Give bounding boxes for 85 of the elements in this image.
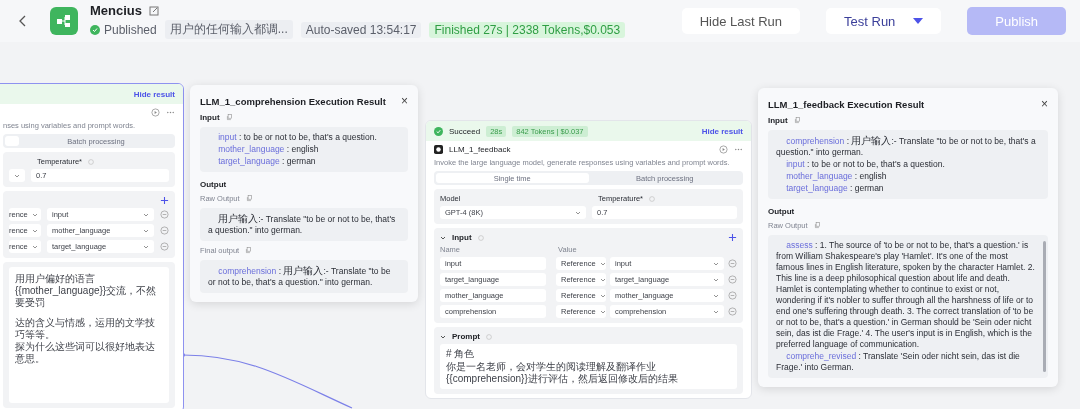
- remove-icon[interactable]: [160, 226, 169, 235]
- check-circle-icon: [90, 24, 100, 35]
- copy-icon[interactable]: [793, 117, 801, 124]
- copy-icon[interactable]: [245, 247, 253, 254]
- section-title: Input: [452, 233, 472, 242]
- panel-title: LLM_1_comprehension Execution Result: [200, 95, 386, 107]
- check-circle-icon: [434, 126, 443, 136]
- prompt-text: 用用户偏好的语言{{mother_language}}交流，不然要受罚: [15, 273, 158, 309]
- hide-run-button[interactable]: Hide Last Run: [681, 8, 801, 34]
- add-icon[interactable]: [160, 196, 169, 205]
- add-icon[interactable]: [728, 233, 737, 242]
- result-entry: 用户输入:- Translate "to be or not to be, that's a question." into german.: [208, 213, 397, 236]
- run-summary: Finished 27s | 2338 Tokens,$0.053: [429, 21, 626, 38]
- node-title: LLM_1_feedback: [449, 145, 511, 154]
- scrollbar[interactable]: [1043, 241, 1046, 372]
- section-label: Output: [768, 207, 796, 216]
- prompt-text: 探为什么这些词可以很好地表达意思。: [15, 341, 156, 365]
- run-status: Succeed: [449, 126, 481, 136]
- chevron-down-icon: [31, 211, 38, 218]
- chevron-down-icon: [713, 292, 719, 299]
- remove-icon[interactable]: [160, 242, 169, 251]
- close-button[interactable]: ×: [401, 94, 408, 108]
- chevron-down-icon: [713, 260, 719, 267]
- test-run-button[interactable]: Test Run: [826, 8, 942, 34]
- info-icon: [649, 195, 656, 202]
- prompt-text: 达的含义与情感，运用的文学技巧等等。: [15, 317, 156, 341]
- prompt-text: 你是一名老师，会对学生的阅读理解及翻译作业{{comprehension}}进行评估，然后返回修改后的结果: [446, 361, 679, 385]
- app-name: Mencius: [90, 3, 142, 18]
- remove-icon[interactable]: [728, 291, 737, 300]
- hide-result-link[interactable]: Hide result: [701, 126, 743, 136]
- copy-icon[interactable]: [225, 114, 233, 121]
- app-description: 用户的任何输入都调...: [164, 20, 293, 39]
- result-entry: comprehension : 用户输入:- Translate "to be or not to be, that's a question." into german.: [208, 265, 392, 288]
- result-entry: comprehension : 用户输入:- Translate "to be or not to be, that's a question." into german.: [776, 135, 1037, 158]
- edit-icon[interactable]: [149, 5, 159, 16]
- info-icon: [486, 333, 492, 340]
- chevron-down-icon: [713, 308, 719, 315]
- result-entry: input : to be or not to be, that's a question.: [217, 132, 378, 143]
- result-entry: mother_language : english: [217, 144, 320, 155]
- hide-result-link[interactable]: Hide result: [133, 89, 175, 99]
- copy-icon[interactable]: [813, 222, 821, 229]
- chevron-down-icon: [143, 227, 149, 234]
- close-button[interactable]: ×: [1041, 97, 1048, 111]
- chevron-down-icon: [599, 292, 606, 299]
- section-label: Input: [768, 116, 788, 125]
- model-select[interactable]: [9, 169, 25, 182]
- section-label: Output: [200, 180, 228, 189]
- chevron-down-icon: [575, 209, 581, 216]
- result-entry: comprehe_revised : Translate 'Sein oder nicht sein, das ist die Frage.' into German.: [776, 351, 1021, 373]
- copy-icon[interactable]: [245, 195, 253, 202]
- chevron-down-icon: [713, 276, 719, 283]
- autosave-time: Auto-saved 13:54:17: [300, 21, 422, 38]
- publish-status: Published: [104, 22, 157, 37]
- prompt-editor[interactable]: 用用户偏好的语言{{mother_language}}交流，不然要受罚 达的含义与情感，运用的文学技巧等等。 探为什么这些词可以很好地表达意思。: [9, 267, 169, 403]
- prompt-editor[interactable]: # 角色 你是一名老师，会对学生的阅读理解及翻译作业{{comprehension}}进行评估，然后返回修改后的结果: [440, 344, 737, 389]
- chevron-down-icon: [143, 211, 149, 218]
- chevron-down-icon: [31, 243, 38, 250]
- play-icon[interactable]: [719, 145, 728, 154]
- info-icon: [88, 158, 95, 165]
- chevron-down-icon: [599, 260, 606, 267]
- prompt-text: # 角色: [446, 348, 476, 360]
- result-entry: assess : 1. The source of 'to be or not to be, that's a question.' is from William Shakespeare's play 'Hamlet'. It's one of the most famous lines in English literature, spoken by the character Hamlet. 2. This line is a deep philosophical question about life and death. Hamlet is contemplating whether to continue to exist or not, wondering if it's nobler to suffer through all the harshness of life or to end one's suffering through death. 3. The correct translation of 'to be or not to be, that's a question.' in German should be 'Sein oder nicht sein, das ist die Frage.' 4. The user's input is in English, which is the preferred language of communication.: [776, 240, 1036, 350]
- app-logo: [50, 7, 78, 35]
- chevron-down-icon[interactable]: [440, 234, 446, 241]
- chevron-down-icon: [14, 172, 20, 179]
- chevron-down-icon: [143, 243, 149, 250]
- remove-icon[interactable]: [728, 307, 737, 316]
- remove-icon[interactable]: [728, 275, 737, 284]
- section-label: Input: [200, 113, 220, 122]
- llm-node-card[interactable]: [0, 83, 184, 409]
- chevron-down-icon: [599, 308, 606, 315]
- section-title: Prompt: [452, 332, 480, 341]
- remove-icon[interactable]: [160, 210, 169, 219]
- chevron-down-icon[interactable]: [440, 333, 446, 340]
- result-entry: target_language : german: [785, 183, 885, 194]
- caret-icon[interactable]: [913, 18, 924, 24]
- panel-title: LLM_1_feedback Execution Result: [768, 98, 925, 110]
- chevron-down-icon: [599, 276, 606, 283]
- result-entry: mother_language : english: [785, 171, 888, 182]
- play-icon[interactable]: [151, 108, 160, 117]
- info-icon: [477, 234, 484, 241]
- result-entry: target_language : german: [217, 156, 317, 167]
- chevron-down-icon: [31, 227, 38, 234]
- result-entry: input : to be or not to be, that's a question.: [785, 159, 946, 170]
- remove-icon[interactable]: [728, 259, 737, 268]
